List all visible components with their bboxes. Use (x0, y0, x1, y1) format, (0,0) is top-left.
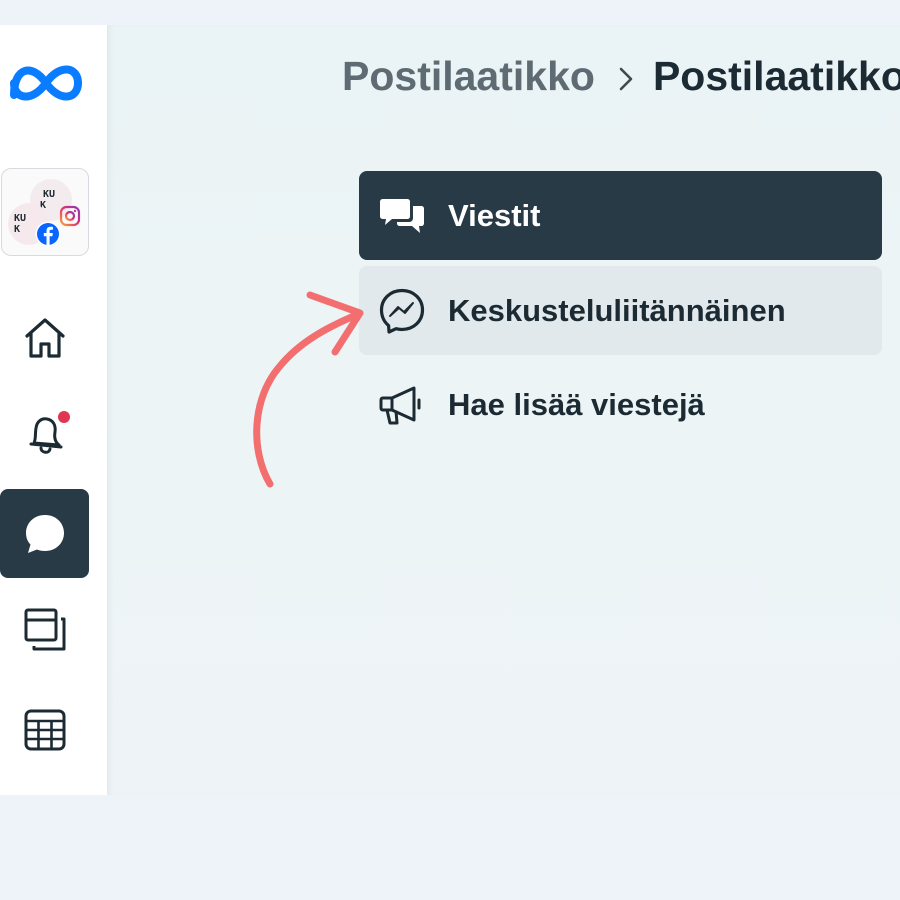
app-window: KU K KU K Postilaatikko Postilaatikko Vi… (0, 25, 900, 795)
menu-item-label: Viestit (448, 197, 541, 233)
menu-item-get-more-messages[interactable]: Hae lisää viestejä (359, 360, 882, 449)
menu-item-label: Keskusteluliitännäinen (448, 292, 786, 328)
messages-icon (377, 191, 427, 241)
breadcrumb: Postilaatikko Postilaatikko (342, 51, 900, 104)
sidebar-item-content[interactable] (0, 585, 89, 674)
menu-item-chat-plugin[interactable]: Keskusteluliitännäinen (359, 266, 882, 355)
sidebar-item-planner[interactable] (0, 685, 89, 774)
sidebar-item-home[interactable] (0, 293, 89, 382)
home-icon (24, 317, 65, 358)
stacked-pages-icon (24, 608, 65, 650)
sidebar-item-inbox[interactable] (0, 489, 89, 578)
meta-logo-icon (10, 65, 83, 101)
menu-item-messages[interactable]: Viestit (359, 171, 882, 260)
notification-badge (58, 411, 70, 423)
instagram-icon (59, 205, 81, 227)
table-icon (24, 709, 65, 750)
menu-item-label: Hae lisää viestejä (448, 386, 705, 422)
sidebar: KU K KU K (0, 25, 107, 795)
breadcrumb-current: Postilaatikko (652, 53, 900, 99)
sidebar-item-notifications[interactable] (0, 389, 89, 478)
main-panel: Postilaatikko Postilaatikko Viestit Kesku… (107, 25, 900, 795)
megaphone-icon (377, 380, 427, 430)
facebook-icon (35, 221, 61, 247)
breadcrumb-parent[interactable]: Postilaatikko (342, 53, 595, 99)
account-switcher[interactable]: KU K KU K (1, 168, 89, 256)
chat-bubble-icon (25, 514, 64, 553)
chevron-right-icon (617, 54, 635, 104)
meta-logo[interactable] (6, 53, 86, 113)
messenger-icon (377, 286, 427, 336)
